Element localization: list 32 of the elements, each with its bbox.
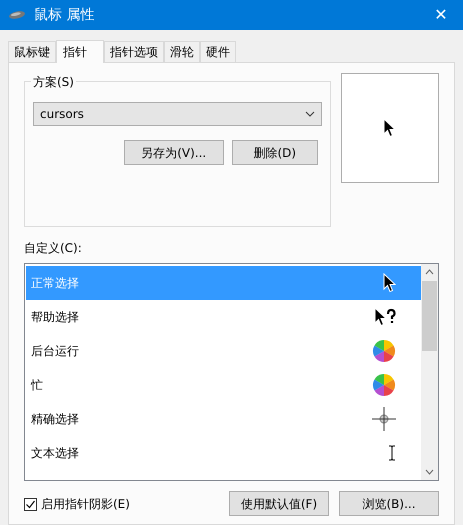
- window-title: 鼠标 属性: [34, 6, 94, 24]
- arrow-cursor-icon: [383, 273, 396, 293]
- scrollbar-thumb[interactable]: [422, 281, 437, 351]
- scheme-button[interactable]: 另存为(V)...: [124, 140, 224, 165]
- cursor-list-item[interactable]: 忙: [26, 368, 421, 402]
- mouse-icon: [8, 10, 26, 20]
- crosshair-icon: [372, 407, 396, 431]
- shadow-label: 启用指针阴影(E): [41, 496, 130, 513]
- dialog-button[interactable]: 使用默认值(F): [229, 491, 329, 516]
- close-button[interactable]: ✕: [419, 0, 463, 30]
- scrollbar[interactable]: [421, 264, 438, 480]
- text-cursor-icon: [388, 445, 396, 461]
- cursor-list-item[interactable]: 帮助选择: [26, 300, 421, 334]
- help-cursor-icon: [374, 307, 396, 327]
- scheme-label: 方案(S): [31, 73, 76, 91]
- tab[interactable]: 硬件: [200, 41, 236, 62]
- chevron-down-icon: [304, 111, 315, 117]
- tab[interactable]: 指针选项: [104, 41, 164, 62]
- checkbox[interactable]: [24, 498, 37, 510]
- dialog-button[interactable]: 浏览(B)...: [339, 491, 439, 516]
- tab[interactable]: 指针: [56, 40, 104, 63]
- arrow-cursor-icon: [383, 118, 396, 138]
- spinning-wheel-icon: [372, 339, 396, 363]
- scheme-button[interactable]: 删除(D): [232, 140, 318, 165]
- tab[interactable]: 滑轮: [164, 41, 200, 62]
- cursor-list-item[interactable]: 文本选择: [26, 436, 421, 470]
- cursor-list-item[interactable]: 精确选择: [26, 402, 421, 436]
- tab[interactable]: 鼠标键: [8, 41, 56, 62]
- spinning-wheel-icon: [372, 373, 396, 397]
- customize-label: 自定义(C):: [24, 240, 83, 257]
- cursor-list-item[interactable]: 后台运行: [26, 334, 421, 368]
- scheme-dropdown[interactable]: cursors: [33, 102, 322, 126]
